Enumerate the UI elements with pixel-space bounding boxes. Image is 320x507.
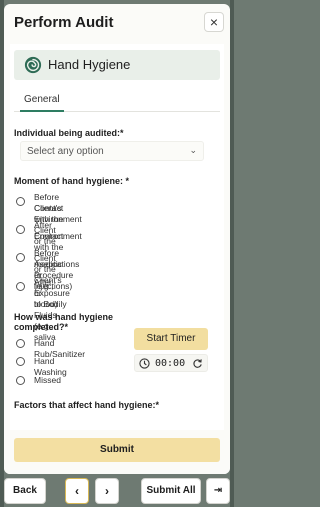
- audit-modal: Perform Audit × Hand Hygiene General Ind…: [4, 4, 230, 474]
- spiral-logo-icon: [24, 56, 42, 74]
- section-banner: Hand Hygiene: [14, 50, 220, 80]
- previous-button[interactable]: ‹: [65, 478, 89, 504]
- moment-option-label-line1: After Exposure to Bodily Fluids (e.g., s…: [34, 277, 70, 342]
- radio-button[interactable]: [16, 225, 25, 234]
- submit-button[interactable]: Submit: [14, 438, 220, 462]
- chevron-down-icon: ⌄: [189, 145, 197, 155]
- modal-title: Perform Audit: [14, 14, 114, 31]
- section-title: Hand Hygiene: [48, 57, 131, 72]
- timer-value: 00:00: [155, 358, 186, 369]
- modal-header: Perform Audit ×: [4, 4, 230, 40]
- tab-bar: General: [14, 90, 220, 112]
- radio-button[interactable]: [16, 253, 25, 262]
- tab-general[interactable]: General: [20, 94, 64, 112]
- submit-all-button[interactable]: Submit All: [141, 478, 201, 504]
- close-button[interactable]: ×: [204, 12, 224, 32]
- completed-label-line2: completed?*: [14, 322, 69, 332]
- moment-option-label-line2: or blood): [34, 288, 58, 309]
- factors-label: Factors that affect hand hygiene:*: [14, 400, 160, 410]
- moment-label: Moment of hand hygiene: *: [14, 176, 130, 186]
- form-panel: Hand Hygiene General Individual being au…: [10, 44, 224, 430]
- exit-icon[interactable]: ⇥: [206, 478, 230, 504]
- next-button[interactable]: ›: [95, 478, 119, 504]
- radio-button[interactable]: [16, 282, 25, 291]
- completed-option-label: Missed: [34, 375, 61, 385]
- start-timer-button[interactable]: Start Timer: [134, 328, 208, 350]
- bottom-nav: Back ‹ › Submit All ⇥: [0, 476, 234, 507]
- individual-select-value: Select any option: [27, 146, 104, 157]
- reset-icon[interactable]: [192, 358, 203, 369]
- individual-select[interactable]: Select any option ⌄: [20, 141, 204, 161]
- timer-display: 00:00: [134, 354, 208, 372]
- back-button[interactable]: Back: [4, 478, 46, 504]
- radio-button[interactable]: [16, 376, 25, 385]
- background-edge-right: [230, 0, 234, 507]
- radio-button[interactable]: [16, 357, 25, 366]
- clock-icon: [139, 358, 150, 369]
- moment-option-label-line2: Environment: [34, 231, 82, 241]
- radio-button[interactable]: [16, 339, 25, 348]
- radio-button[interactable]: [16, 197, 25, 206]
- individual-label: Individual being audited:*: [14, 128, 124, 138]
- submit-area: Submit: [4, 430, 230, 474]
